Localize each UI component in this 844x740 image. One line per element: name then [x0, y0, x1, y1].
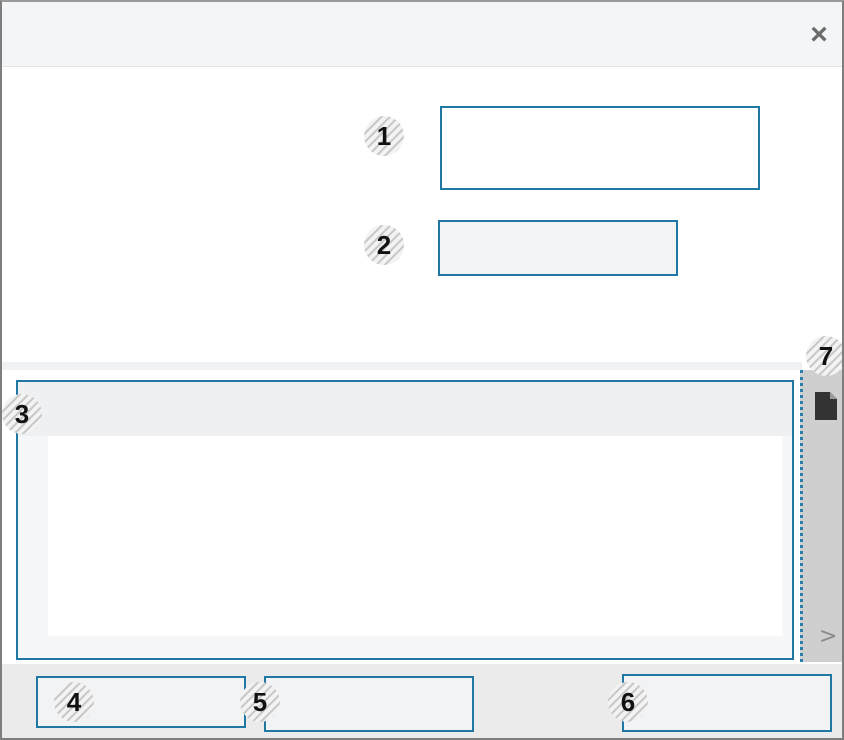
callout-badge-1: 1	[364, 116, 404, 156]
name-input-field[interactable]	[440, 106, 760, 190]
chevron-right-icon[interactable]: >	[819, 626, 837, 648]
callout-badge-6: 6	[608, 682, 648, 722]
dialog-window: × 1 2 3 > 7 4 5 6	[0, 0, 844, 740]
footer-button-3[interactable]	[622, 674, 832, 732]
title-bar: ×	[2, 2, 842, 67]
divider-strip	[2, 362, 802, 370]
callout-badge-4: 4	[54, 682, 94, 722]
list-header	[18, 382, 792, 436]
document-icon[interactable]	[815, 392, 837, 420]
content-list-area[interactable]	[16, 380, 794, 660]
footer-button-2[interactable]	[264, 676, 474, 732]
close-icon[interactable]: ×	[804, 20, 834, 50]
callout-badge-5: 5	[240, 682, 280, 722]
callout-badge-2: 2	[364, 225, 404, 265]
callout-badge-3: 3	[2, 394, 42, 434]
side-panel-toggle[interactable]: >	[800, 370, 842, 662]
callout-badge-7: 7	[806, 336, 842, 376]
list-body[interactable]	[48, 436, 782, 636]
value-input-field[interactable]	[438, 220, 678, 276]
